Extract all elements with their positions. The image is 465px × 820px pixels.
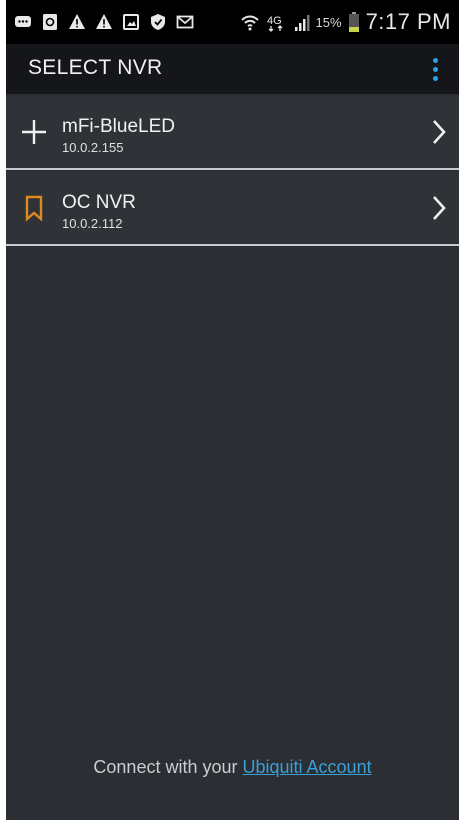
warning-icon <box>68 13 86 31</box>
shield-icon <box>149 13 167 31</box>
battery-icon <box>348 11 360 33</box>
chevron-right-icon <box>429 118 449 146</box>
ubiquiti-account-link[interactable]: Ubiquiti Account <box>243 757 372 777</box>
connect-account-footer: Connect with your Ubiquiti Account <box>6 757 459 778</box>
system-status: 4G 15% 7:17 PM <box>240 8 451 36</box>
list-item-mfi-blueled[interactable]: mFi-BlueLED 10.0.2.155 <box>6 96 459 170</box>
clipboard-icon <box>41 13 59 31</box>
more-vert-icon[interactable] <box>423 52 447 86</box>
nvr-name: mFi-BlueLED <box>62 116 175 137</box>
divider <box>6 168 459 170</box>
warning-icon <box>95 13 113 31</box>
divider <box>6 244 459 246</box>
app-bar: SELECT NVR <box>6 44 459 94</box>
plus-icon <box>20 118 48 146</box>
page-title: SELECT NVR <box>28 56 163 79</box>
list-item-oc-nvr[interactable]: OC NVR 10.0.2.112 <box>6 172 459 246</box>
signal-icon <box>294 12 310 32</box>
wifi-icon <box>240 12 260 32</box>
nvr-ip: 10.0.2.155 <box>62 140 124 155</box>
bookmark-icon <box>20 194 48 222</box>
status-bar: 4G 15% 7:17 PM <box>6 0 459 44</box>
nvr-name: OC NVR <box>62 192 136 213</box>
battery-percent: 15% <box>315 14 342 30</box>
clock: 7:17 PM <box>365 9 451 34</box>
nvr-ip: 10.0.2.112 <box>62 216 123 231</box>
image-icon <box>122 13 140 31</box>
email-icon <box>176 13 194 31</box>
phone-screen: 4G 15% 7:17 PM SELECT NVR mFi-BlueLED 10… <box>6 0 459 820</box>
notification-icons <box>14 10 194 34</box>
chevron-right-icon <box>429 194 449 222</box>
message-icon <box>14 13 32 31</box>
footer-text: Connect with your <box>93 757 238 777</box>
network-label: 4G <box>267 15 282 27</box>
lte-icon: 4G <box>266 12 288 32</box>
